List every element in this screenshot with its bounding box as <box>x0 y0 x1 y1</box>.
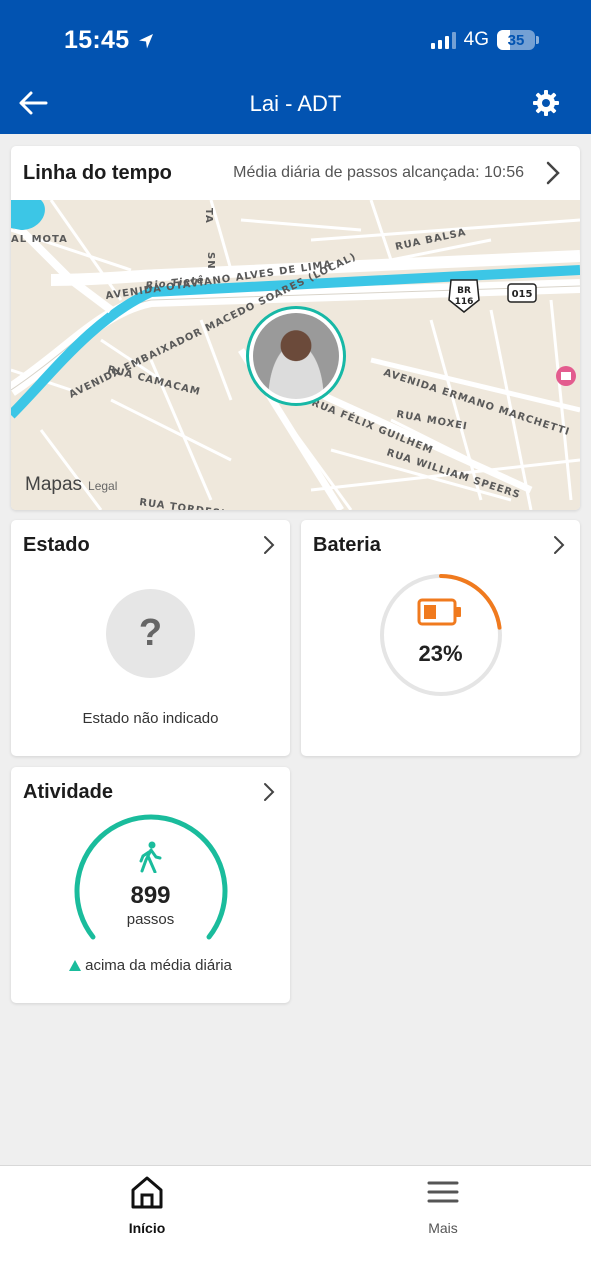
timeline-card[interactable]: Linha do tempo Média diária de passos al… <box>11 146 580 510</box>
bottom-tab-bar: Início Mais <box>0 1165 591 1280</box>
br-number: 116 <box>455 297 474 307</box>
map-legal-link[interactable]: Legal <box>88 479 117 493</box>
battery-icon: 35 <box>497 30 539 50</box>
tab-inicio[interactable]: Início <box>67 1174 227 1236</box>
network-type: 4G <box>463 29 489 50</box>
battery-percent: 23% <box>418 641 463 666</box>
map-label-ta: TA <box>203 208 214 224</box>
question-mark-icon: ? <box>106 589 195 678</box>
bateria-card[interactable]: Bateria 23% <box>301 520 580 756</box>
home-icon <box>131 1176 163 1209</box>
steps-count: 899 <box>130 882 171 909</box>
location-map[interactable]: AVENIDA OTAVIANO ALVES DE LIMA Rio Tietê… <box>11 199 580 510</box>
atividade-card[interactable]: Atividade 899 passos acima da média diár… <box>11 767 290 1003</box>
status-indicators: 4G 35 <box>430 29 539 51</box>
tab-mais[interactable]: Mais <box>363 1174 523 1236</box>
cellular-signal-icon <box>430 31 456 49</box>
timeline-header[interactable]: Linha do tempo Média diária de passos al… <box>11 146 580 200</box>
steps-unit: passos <box>126 911 175 928</box>
estado-status-text: Estado não indicado <box>82 710 219 727</box>
chevron-right-icon[interactable] <box>262 781 276 803</box>
timeline-title: Linha do tempo <box>23 162 172 184</box>
route-015-label: 015 <box>512 289 533 300</box>
atividade-title: Atividade <box>23 781 114 803</box>
br-label: BR <box>457 286 471 296</box>
map-label-sn: SN <box>205 252 216 270</box>
activity-note: acima da média diária <box>11 957 290 974</box>
tab-inicio-label: Início <box>128 1220 166 1236</box>
chevron-right-icon[interactable] <box>262 534 276 556</box>
museum-pin-icon <box>561 372 571 380</box>
location-arrow-icon <box>139 33 154 48</box>
tab-mais-label: Mais <box>428 1220 458 1236</box>
battery-level-text: 35 <box>507 31 525 49</box>
triangle-up-icon <box>69 960 82 971</box>
battery-ring <box>380 574 502 696</box>
estado-card[interactable]: Estado ? Estado não indicado <box>11 520 290 756</box>
chevron-right-icon[interactable] <box>546 161 560 185</box>
timeline-subtitle: Média diária de passos alcançada: 10:56 <box>233 164 524 181</box>
page-title: Lai - ADT <box>249 91 342 116</box>
clock-text: 15:45 <box>64 26 130 54</box>
app-header: 15:45 4G 35 Lai - ADT <box>0 0 591 134</box>
map-attribution: Mapas Legal <box>25 474 117 496</box>
avatar-photo <box>253 313 339 399</box>
activity-note-text: acima da média diária <box>85 957 232 974</box>
avatar[interactable] <box>246 306 346 406</box>
map-label-al-mota: AL MOTA <box>11 234 68 245</box>
gear-icon[interactable] <box>531 88 561 118</box>
route-015-shield: 015 <box>507 283 537 303</box>
status-time: 15:45 <box>64 26 155 55</box>
menu-icon <box>427 1181 459 1203</box>
chevron-right-icon[interactable] <box>552 534 566 556</box>
walking-person-icon <box>139 841 162 873</box>
estado-title: Estado <box>23 534 90 556</box>
apple-maps-logo: Mapas <box>25 474 83 495</box>
bateria-title: Bateria <box>313 534 381 556</box>
battery-low-icon <box>417 598 461 626</box>
